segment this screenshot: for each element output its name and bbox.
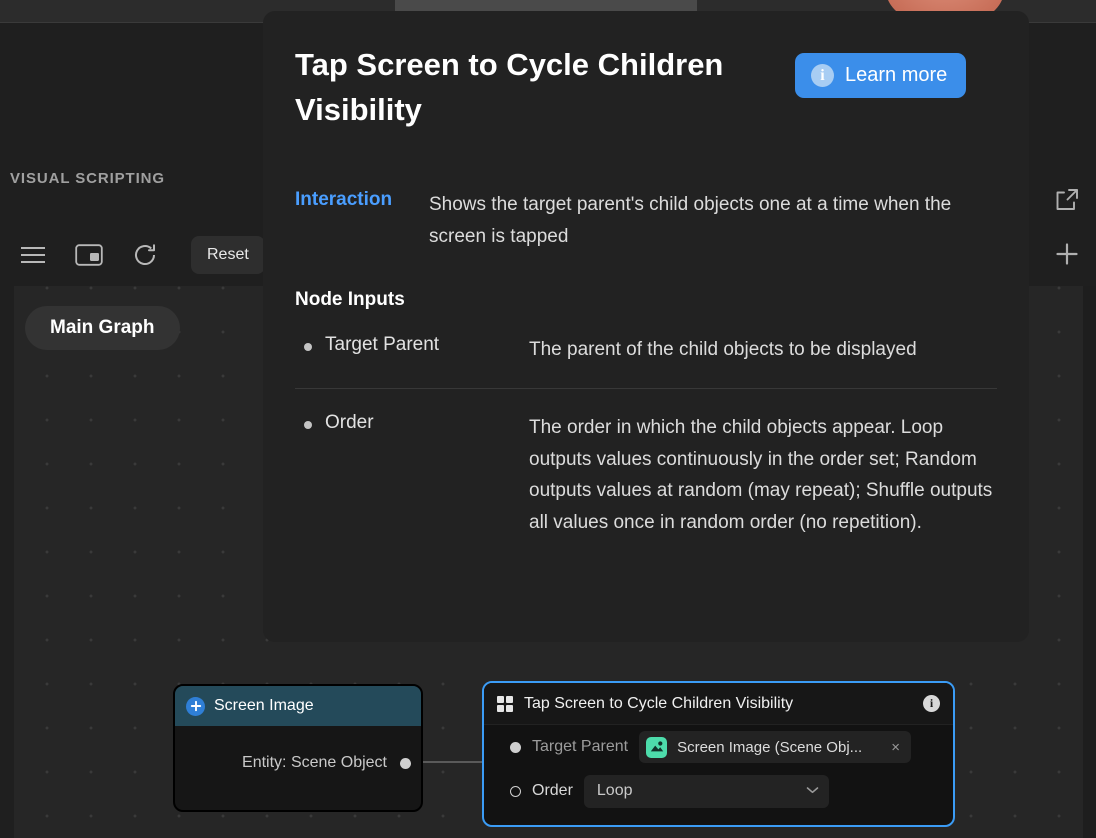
input-label-order: Order [532, 782, 573, 799]
node-tap-title: Tap Screen to Cycle Children Visibility [524, 694, 794, 712]
canvas-right-gutter [1083, 286, 1096, 838]
info-icon: i [811, 64, 834, 87]
documentation-input-label: Order [325, 411, 374, 433]
documentation-input-row: Target Parent The parent of the child ob… [295, 311, 997, 388]
picture-in-picture-icon[interactable] [72, 238, 106, 272]
output-port-label: Entity: Scene Object [242, 754, 387, 771]
documentation-header: Tap Screen to Cycle Children Visibility … [295, 43, 997, 133]
reset-button-label: Reset [207, 246, 249, 263]
chevron-down-icon [806, 785, 819, 797]
graph-tab-label: Main Graph [50, 317, 155, 338]
bullet-icon [304, 420, 312, 429]
documentation-input-name: Target Parent [295, 334, 529, 366]
panel-title: VISUAL SCRIPTING [10, 170, 165, 187]
output-port-dot[interactable] [400, 757, 411, 769]
refresh-icon[interactable] [128, 238, 162, 272]
app-root: VISUAL SCRIPTING Reset Main Graph Screen… [0, 0, 1096, 838]
node-input-target-parent[interactable]: Target Parent Screen Image (Scene Obj...… [484, 725, 953, 769]
documentation-interaction-row: Interaction Shows the target parent's ch… [295, 189, 997, 253]
plus-icon[interactable] [1054, 241, 1082, 269]
documentation-input-name: Order [295, 412, 529, 540]
interaction-value: Shows the target parent's child objects … [429, 193, 952, 247]
bullet-icon [304, 342, 312, 351]
input-port-dot-target-parent[interactable] [510, 741, 521, 753]
documentation-title: Tap Screen to Cycle Children Visibility [295, 47, 724, 127]
documentation-input-description: The parent of the child objects to be di… [529, 338, 917, 360]
node-tap-header: Tap Screen to Cycle Children Visibility … [484, 683, 953, 725]
interaction-key: Interaction [295, 188, 393, 210]
add-component-icon [186, 696, 205, 716]
documentation-input-label: Target Parent [325, 333, 440, 355]
node-screen-image-body: Entity: Scene Object [175, 726, 421, 810]
learn-more-button[interactable]: i Learn more [795, 53, 967, 98]
node-input-order[interactable]: Order Loop [484, 769, 953, 813]
node-tap-screen-to-cycle[interactable]: Tap Screen to Cycle Children Visibility … [482, 681, 955, 827]
image-thumbnail-icon [646, 736, 668, 758]
node-screen-image-header: Screen Image [175, 686, 421, 726]
close-icon[interactable]: × [888, 739, 903, 756]
reset-button[interactable]: Reset [191, 236, 265, 274]
external-link-icon[interactable] [1054, 187, 1082, 215]
target-parent-value-chip[interactable]: Screen Image (Scene Obj... × [639, 731, 912, 763]
node-screen-image-title: Screen Image [214, 697, 314, 714]
node-screen-image-output-port[interactable]: Entity: Scene Object [242, 754, 411, 772]
target-parent-value-label: Screen Image (Scene Obj... [677, 738, 863, 756]
documentation-popover: Tap Screen to Cycle Children Visibility … [263, 11, 1029, 642]
canvas-left-gutter [0, 286, 14, 838]
documentation-input-description: The order in which the child objects app… [529, 416, 993, 534]
learn-more-label: Learn more [845, 64, 948, 86]
documentation-input-row: Order The order in which the child objec… [295, 387, 997, 562]
order-select-value: Loop [596, 782, 633, 799]
grid-icon [497, 695, 513, 712]
graph-tab-main[interactable]: Main Graph [25, 306, 180, 350]
node-screen-image[interactable]: Screen Image Entity: Scene Object [173, 684, 423, 812]
order-select[interactable]: Loop [583, 774, 829, 808]
info-icon[interactable]: i [923, 695, 940, 712]
input-label-target-parent: Target Parent [532, 738, 629, 755]
input-port-dot-order[interactable] [510, 785, 521, 797]
node-inputs-heading: Node Inputs [295, 288, 405, 310]
hamburger-menu-icon[interactable] [16, 238, 50, 272]
